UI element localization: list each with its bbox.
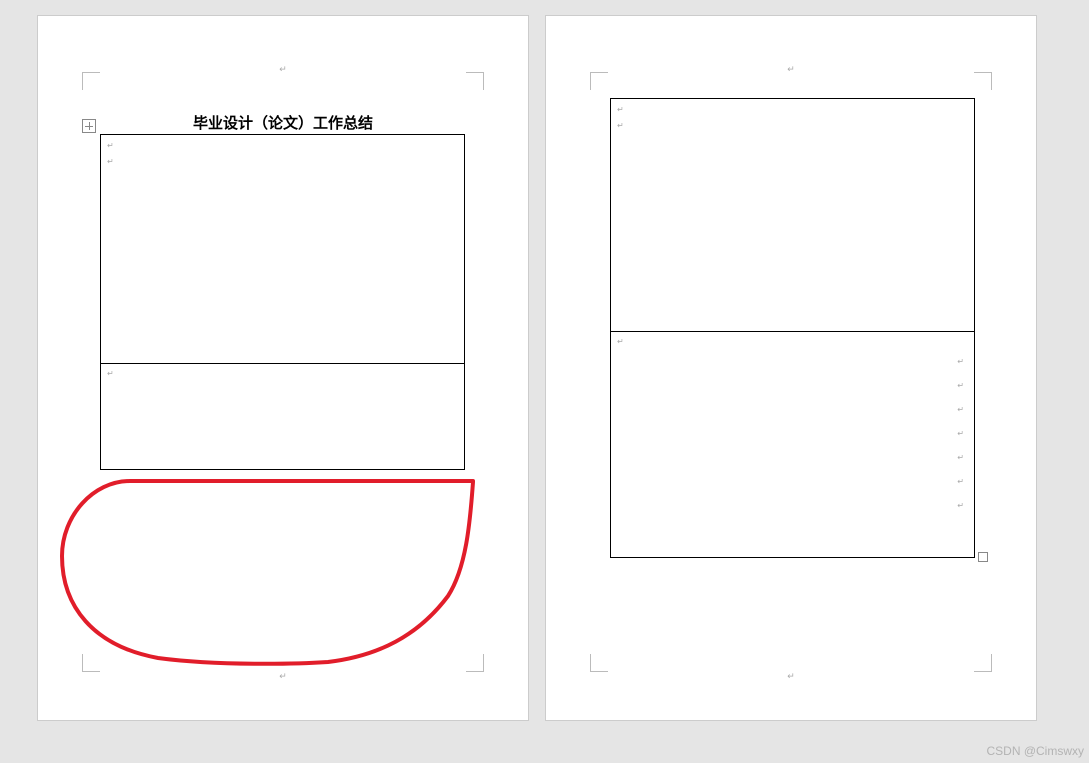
paragraph-mark: ↵ xyxy=(107,369,114,378)
table-right[interactable]: ↵ ↵ ↵ ↵ ↵ ↵ ↵ ↵ ↵ ↵ xyxy=(610,98,975,558)
crop-mark-icon xyxy=(590,72,608,90)
paragraph-mark: ↵ xyxy=(957,429,964,438)
paragraph-mark: ↵ xyxy=(107,157,114,166)
paragraph-mark: ↵ xyxy=(617,337,624,346)
paragraph-mark: ↵ xyxy=(617,121,624,130)
page-right: ↵ ↵ ↵ ↵ ↵ ↵ ↵ ↵ ↵ ↵ ↵ ↵ xyxy=(546,16,1036,720)
paragraph-mark: ↵ xyxy=(957,477,964,486)
footer-paragraph-mark: ↵ xyxy=(787,671,795,682)
watermark: CSDN @Cimswxy xyxy=(986,744,1084,758)
table-row-separator xyxy=(611,331,974,332)
paragraph-mark: ↵ xyxy=(957,381,964,390)
paragraph-mark: ↵ xyxy=(957,453,964,462)
table-anchor-icon[interactable] xyxy=(82,119,96,133)
crop-mark-icon xyxy=(590,654,608,672)
crop-mark-icon xyxy=(974,654,992,672)
document-spread: ↵ 毕业设计（论文）工作总结 ↵ ↵ ↵ ↵ ↵ ↵ ↵ ↵ xyxy=(0,0,1089,736)
footer-paragraph-mark: ↵ xyxy=(279,671,287,682)
table-resize-handle[interactable] xyxy=(978,552,988,562)
header-paragraph-mark: ↵ xyxy=(787,64,795,75)
paragraph-mark: ↵ xyxy=(107,141,114,150)
paragraph-mark: ↵ xyxy=(957,357,964,366)
table-row-separator xyxy=(101,363,464,364)
page-left: ↵ 毕业设计（论文）工作总结 ↵ ↵ ↵ ↵ xyxy=(38,16,528,720)
page-title: 毕业设计（论文）工作总结 xyxy=(38,112,528,133)
crop-mark-icon xyxy=(974,72,992,90)
table-left[interactable]: ↵ ↵ ↵ xyxy=(100,134,465,470)
crop-mark-icon xyxy=(82,72,100,90)
paragraph-mark: ↵ xyxy=(957,405,964,414)
crop-mark-icon xyxy=(466,654,484,672)
crop-mark-icon xyxy=(82,654,100,672)
paragraph-mark: ↵ xyxy=(957,501,964,510)
crop-mark-icon xyxy=(466,72,484,90)
header-paragraph-mark: ↵ xyxy=(279,64,287,75)
paragraph-mark: ↵ xyxy=(617,105,624,114)
